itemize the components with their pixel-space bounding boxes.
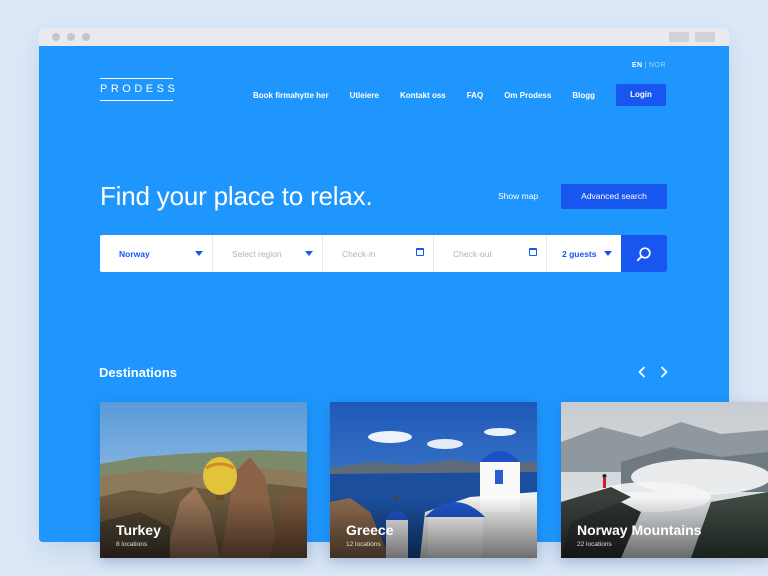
checkin-field[interactable]: Check-in (323, 235, 434, 272)
country-value: Norway (119, 248, 150, 259)
show-map-link[interactable]: Show map (498, 191, 538, 201)
checkout-field[interactable]: Check-out (434, 235, 547, 272)
chevron-down-icon (195, 251, 203, 256)
hero-title: Find your place to relax. (100, 181, 373, 211)
destination-card-turkey[interactable]: Turkey 8 locations (100, 402, 307, 558)
advanced-search-button[interactable]: Advanced search (561, 184, 667, 209)
checkout-placeholder: Check-out (453, 248, 492, 259)
calendar-icon (416, 248, 424, 256)
destination-name: Greece (346, 522, 394, 538)
nav-blog[interactable]: Blogg (572, 91, 595, 100)
nav-faq[interactable]: FAQ (467, 91, 483, 100)
destinations-heading: Destinations (99, 365, 178, 380)
destination-card-norway-mountains[interactable]: Norway Mountains 22 locations (561, 402, 768, 558)
browser-chrome (39, 28, 729, 46)
window-minimize-dot[interactable] (67, 33, 75, 41)
language-switcher: EN | NOR (632, 62, 666, 69)
nav-book-cabin[interactable]: Book firmahytte her (253, 91, 329, 100)
destination-name: Turkey (116, 522, 161, 538)
chrome-control[interactable] (695, 32, 715, 42)
calendar-icon (529, 248, 537, 256)
country-select[interactable]: Norway (100, 235, 213, 272)
destination-card-greece[interactable]: Greece 12 locations (330, 402, 537, 558)
logo[interactable]: PRODESS (100, 78, 175, 101)
chevron-down-icon (305, 251, 313, 256)
search-bar: Norway Select region Check-in Check-out … (100, 235, 667, 272)
guests-value: 2 guests (562, 248, 597, 259)
region-placeholder: Select region (232, 248, 282, 259)
destination-name: Norway Mountains (577, 522, 702, 538)
chevron-left-icon[interactable] (636, 366, 648, 378)
lang-en[interactable]: EN (632, 62, 643, 69)
checkin-placeholder: Check-in (342, 248, 376, 259)
search-icon (636, 247, 651, 262)
region-select[interactable]: Select region (213, 235, 323, 272)
chevron-right-icon[interactable] (658, 366, 670, 378)
search-button[interactable] (621, 235, 667, 272)
main-nav: Book firmahytte her Utleiere Kontakt oss… (253, 84, 666, 106)
window-maximize-dot[interactable] (82, 33, 90, 41)
destination-count: 8 locations (116, 541, 148, 548)
destination-count: 22 locations (577, 541, 612, 548)
destination-count: 12 locations (346, 541, 381, 548)
lang-nor[interactable]: NOR (649, 62, 666, 69)
lang-separator: | (644, 62, 647, 69)
nav-about[interactable]: Om Prodess (504, 91, 551, 100)
guests-select[interactable]: 2 guests (547, 235, 621, 272)
chevron-down-icon (604, 251, 612, 256)
nav-contact[interactable]: Kontakt oss (400, 91, 446, 100)
nav-landlords[interactable]: Utleiere (350, 91, 379, 100)
chrome-control[interactable] (669, 32, 689, 42)
window-close-dot[interactable] (52, 33, 60, 41)
login-button[interactable]: Login (616, 84, 666, 106)
